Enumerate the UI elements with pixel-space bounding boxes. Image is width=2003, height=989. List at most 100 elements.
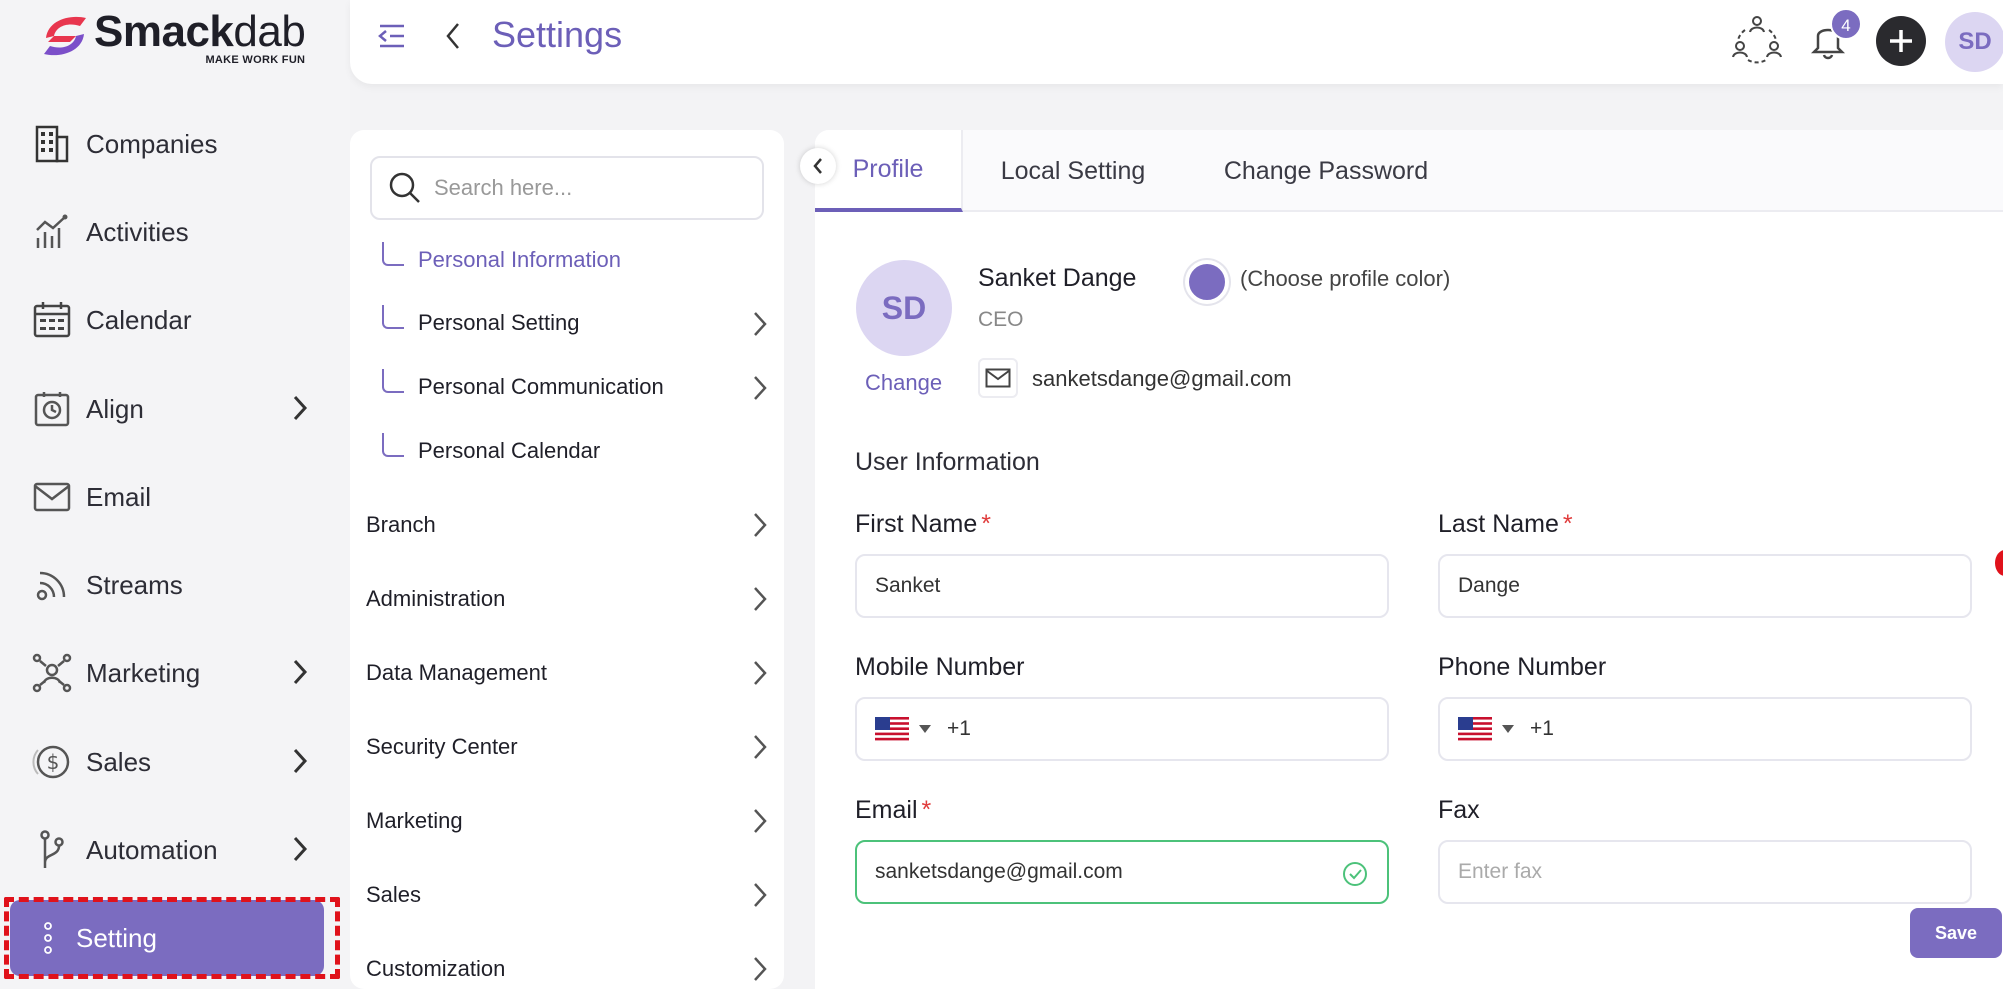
submenu-section-security-center[interactable]: Security Center [366, 724, 770, 770]
calendar-icon [30, 298, 74, 342]
submenu-section-label: Security Center [366, 734, 518, 759]
sidebar-item-companies[interactable]: Companies [30, 116, 310, 172]
us-flag-icon[interactable] [1458, 717, 1492, 741]
sidebar-item-marketing[interactable]: Marketing [30, 645, 310, 701]
section-title-user-information: User Information [855, 448, 1040, 476]
phone-number-label: Phone Number [1438, 653, 1607, 681]
submenu-section-customization[interactable]: Customization [366, 946, 770, 989]
settings-submenu: Personal Information Personal Setting Pe… [350, 130, 784, 989]
submenu-item-personal-communication[interactable]: Personal Communication [370, 365, 770, 409]
mobile-dial-code: +1 [947, 717, 971, 740]
dots-vertical-icon [44, 922, 52, 954]
email-input[interactable] [875, 860, 1345, 884]
submenu-section-label: Data Management [366, 660, 547, 685]
search-input[interactable] [434, 175, 754, 201]
required-mark: * [921, 796, 932, 824]
required-mark: * [981, 510, 991, 538]
first-name-label: First Name * [855, 510, 991, 538]
sidebar-item-sales[interactable]: $ Sales [30, 734, 310, 790]
mobile-number-label: Mobile Number [855, 653, 1025, 681]
chevron-right-icon [754, 735, 767, 759]
tab-local-setting[interactable]: Local Setting [965, 130, 1181, 212]
brand-name-bold: Smack [94, 7, 234, 56]
chevron-right-icon [754, 376, 767, 400]
activity-chart-icon [30, 210, 74, 254]
sidebar-item-label: Calendar [86, 304, 192, 335]
mail-icon [30, 475, 74, 519]
tree-branch-icon [382, 369, 404, 393]
submenu-section-label: Administration [366, 586, 506, 611]
sidebar-item-activities[interactable]: Activities [30, 204, 310, 260]
sidebar-item-setting[interactable]: Setting [10, 900, 324, 976]
building-icon [30, 122, 74, 166]
profile-name: Sanket Dange [978, 264, 1137, 292]
sidebar-item-label: Automation [86, 834, 218, 865]
submenu-section-data-management[interactable]: Data Management [366, 650, 770, 696]
sidebar-item-label: Activities [86, 216, 189, 247]
team-network-icon[interactable] [1730, 12, 1784, 66]
mail-icon [978, 358, 1018, 398]
svg-text:$: $ [47, 750, 60, 774]
submenu-item-personal-information[interactable]: Personal Information [370, 238, 770, 282]
brand-logo[interactable]: Smackdab MAKE WORK FUN [40, 7, 306, 66]
last-name-label: Last Name * [1438, 510, 1573, 538]
add-new-button[interactable] [1876, 16, 1926, 66]
required-mark: * [1562, 510, 1573, 538]
email-label: Email * [855, 796, 932, 824]
submenu-section-branch[interactable]: Branch [366, 502, 770, 548]
network-user-icon [30, 651, 74, 695]
submenu-section-sales[interactable]: Sales [366, 872, 770, 918]
phone-number-field[interactable]: +1 [1438, 697, 1972, 761]
notification-count-badge: 4 [1830, 8, 1862, 40]
chevron-right-icon [293, 748, 308, 774]
submenu-item-personal-setting[interactable]: Personal Setting [370, 301, 770, 345]
mobile-number-field[interactable]: +1 [855, 697, 1389, 761]
last-name-input[interactable] [1458, 574, 1928, 598]
submenu-item-label: Personal Calendar [418, 438, 601, 463]
save-button[interactable]: Save [1910, 908, 2002, 958]
us-flag-icon[interactable] [875, 717, 909, 741]
chevron-right-icon [293, 659, 308, 685]
last-name-field[interactable] [1438, 554, 1972, 618]
first-name-field[interactable] [855, 554, 1389, 618]
submenu-section-label: Sales [366, 882, 422, 907]
git-branch-icon [30, 828, 74, 872]
chevron-right-icon [754, 587, 767, 611]
sidebar-item-automation[interactable]: Automation [30, 822, 310, 878]
chevron-right-icon [293, 836, 308, 862]
profile-color-label: (Choose profile color) [1240, 266, 1451, 291]
country-dropdown-caret-icon[interactable] [919, 725, 931, 733]
first-name-input[interactable] [875, 574, 1345, 598]
change-avatar-link[interactable]: Change [865, 370, 942, 396]
collapse-menu-icon[interactable] [376, 20, 408, 52]
sidebar-item-label: Marketing [86, 657, 201, 688]
collapse-submenu-button[interactable] [800, 148, 836, 184]
dollar-coin-icon: $ [30, 740, 74, 784]
sidebar-item-label: Setting [76, 922, 157, 953]
country-dropdown-caret-icon[interactable] [1502, 725, 1514, 733]
search-box[interactable] [370, 156, 764, 220]
chevron-right-icon [293, 395, 308, 421]
submenu-item-personal-calendar[interactable]: Personal Calendar [370, 429, 770, 473]
submenu-section-administration[interactable]: Administration [366, 576, 770, 622]
email-field[interactable] [855, 840, 1389, 904]
fax-input[interactable] [1458, 860, 1928, 884]
sidebar-item-calendar[interactable]: Calendar [30, 292, 310, 348]
sidebar-item-email[interactable]: Email [30, 469, 310, 525]
smackdab-logo-icon [44, 16, 86, 56]
tab-change-password[interactable]: Change Password [1181, 130, 1471, 212]
chevron-right-icon [754, 661, 767, 685]
profile-color-picker[interactable] [1185, 260, 1229, 304]
sidebar: Smackdab MAKE WORK FUN Companies Activit… [0, 0, 350, 989]
sidebar-item-align[interactable]: Align [30, 381, 310, 437]
back-arrow-icon[interactable] [442, 20, 464, 52]
phone-dial-code: +1 [1530, 717, 1554, 740]
sidebar-item-label: Streams [86, 569, 183, 600]
fax-field[interactable] [1438, 840, 1972, 904]
submenu-section-marketing[interactable]: Marketing [366, 798, 770, 844]
user-avatar[interactable]: SD [1945, 12, 2003, 72]
submenu-item-label: Personal Setting [418, 310, 580, 335]
sidebar-item-label: Sales [86, 746, 152, 777]
sidebar-item-streams[interactable]: Streams [30, 557, 310, 613]
tab-profile[interactable]: Profile [815, 130, 963, 212]
